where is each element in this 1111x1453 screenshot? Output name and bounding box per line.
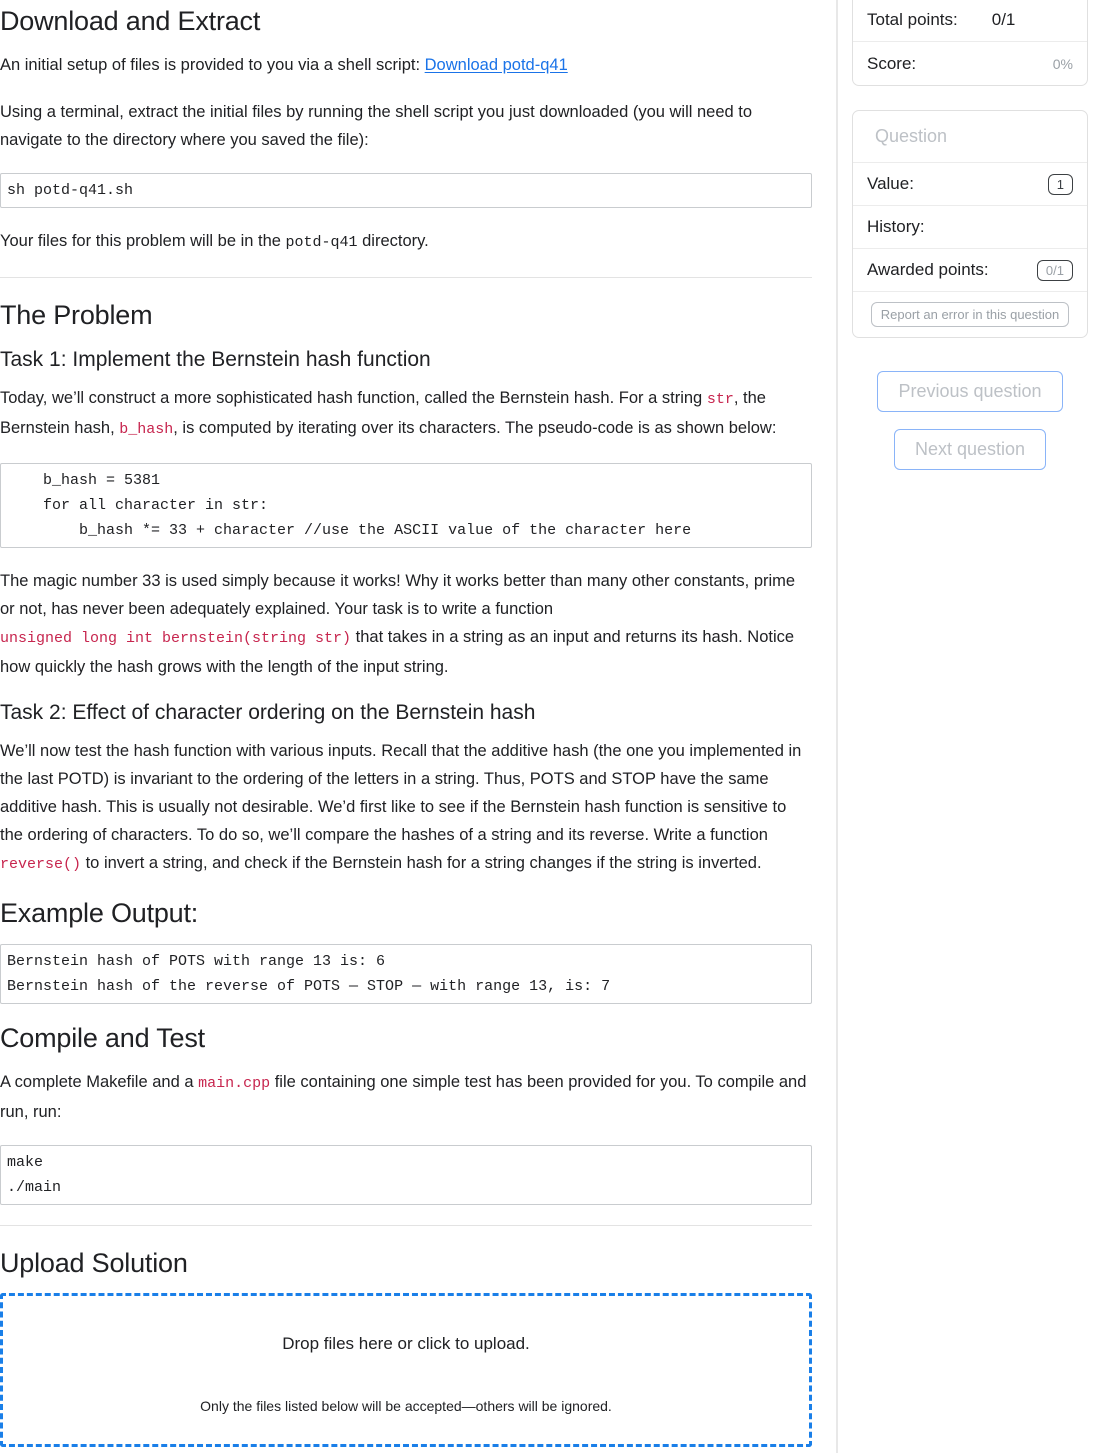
inline-code-reverse: reverse(): [0, 856, 82, 874]
score-label: Score:: [867, 53, 917, 73]
file-upload-dropzone[interactable]: Drop files here or click to upload. Only…: [0, 1292, 812, 1447]
pseudocode-block: b_hash = 5381 for all character in str: …: [0, 463, 812, 549]
page-title-download-and-extract: Download and Extract: [0, 6, 261, 36]
task-2-text-b: to invert a string, and check if the Ber…: [81, 854, 762, 873]
report-error-button[interactable]: Report an error in this question: [870, 302, 1070, 327]
magic-number-text-a: The magic number 33 is used simply becau…: [0, 572, 796, 619]
section-title-example-output: Example Output:: [0, 898, 199, 929]
score-value: 0%: [1052, 55, 1073, 72]
shell-script-code-block: sh potd-q41.sh: [0, 173, 812, 209]
task-1-text-c: , is computed by iterating over its char…: [173, 419, 777, 438]
section-divider-upload: [0, 1224, 812, 1226]
inline-code-bernstein-signature: unsigned long int bernstein(string str): [0, 630, 352, 648]
section-divider-problem: [0, 277, 812, 279]
inline-code-str: str: [706, 391, 734, 409]
task-1-description-paragraph: Today, we’ll construct a more sophistica…: [0, 384, 812, 444]
download-link[interactable]: Download potd-q41: [425, 56, 568, 74]
task-1-text-a: Today, we’ll construct a more sophistica…: [0, 389, 707, 408]
question-value-badge: 1: [1047, 173, 1073, 195]
total-points-label: Total points:: [867, 10, 958, 29]
previous-question-button[interactable]: Previous question: [877, 371, 1063, 412]
awarded-points-badge: 0/1: [1036, 259, 1073, 281]
task-2-description-paragraph: We’ll now test the hash function with va…: [0, 737, 812, 879]
score-row: Score: 0%: [853, 42, 1087, 85]
files-directory-code: potd-q41: [285, 234, 358, 252]
magic-number-paragraph: The magic number 33 is used simply becau…: [0, 567, 812, 681]
awarded-points-badge-wrap: 0/1: [1036, 259, 1073, 281]
dropzone-primary-label: Drop files here or click to upload.: [282, 1333, 530, 1353]
dropzone-secondary-label: Only the files listed below will be acce…: [200, 1397, 612, 1414]
compile-text-a: A complete Makefile and a: [0, 1072, 199, 1091]
example-output-block: Bernstein hash of POTS with range 13 is:…: [0, 943, 812, 1004]
terminal-instructions-paragraph: Using a terminal, extract the initial fi…: [0, 103, 753, 150]
task-2-text-a: We’ll now test the hash function with va…: [0, 742, 802, 845]
files-location-paragraph: Your files for this problem will be in t…: [0, 227, 812, 257]
question-value-badge-wrap: 1: [1047, 173, 1073, 195]
section-title-upload-solution: Upload Solution: [0, 1247, 188, 1278]
total-points-value: 0/1: [991, 10, 1016, 29]
files-location-prefix: Your files for this problem will be in t…: [0, 232, 286, 251]
question-value-label: Value:: [867, 174, 914, 193]
section-title-the-problem: The Problem: [0, 300, 153, 331]
download-intro-text: An initial setup of files is provided to…: [0, 56, 425, 75]
files-location-suffix: directory.: [357, 232, 429, 251]
report-error-row: Report an error in this question: [853, 292, 1087, 337]
score-panel: Total points: 0/1 Score: 0%: [852, 0, 1088, 86]
compile-instructions-paragraph: A complete Makefile and a main.cpp file …: [0, 1068, 812, 1126]
inline-code-b-hash: b_hash: [119, 421, 174, 439]
question-navigation: Previous question Next question: [852, 371, 1088, 470]
download-intro-paragraph: An initial setup of files is provided to…: [0, 51, 812, 79]
question-panel-title: Question: [853, 111, 1087, 163]
right-sidebar: Total points: 0/1 Score: 0% Question Val…: [838, 0, 1111, 1453]
make-command-block: make ./main: [0, 1144, 812, 1205]
awarded-points-row: Awarded points: 0/1: [853, 249, 1087, 292]
inline-code-main-cpp: main.cpp: [198, 1074, 271, 1092]
question-value-row: Value: 1: [853, 163, 1087, 206]
question-history-row: History:: [853, 206, 1087, 249]
question-panel: Question Value: 1 History: Awarded point…: [852, 110, 1088, 338]
total-points-row: Total points: 0/1: [853, 0, 1087, 42]
page-root: Download and Extract An initial setup of…: [0, 0, 1111, 1453]
next-question-button[interactable]: Next question: [893, 429, 1047, 470]
task-1-heading: Task 1: Implement the Bernstein hash fun…: [0, 348, 431, 372]
section-title-compile-and-test: Compile and Test: [0, 1022, 205, 1053]
awarded-points-label: Awarded points:: [867, 260, 989, 279]
main-content: Download and Extract An initial setup of…: [0, 0, 838, 1453]
task-2-heading: Task 2: Effect of character ordering on …: [0, 701, 536, 725]
question-history-label: History:: [867, 217, 925, 236]
